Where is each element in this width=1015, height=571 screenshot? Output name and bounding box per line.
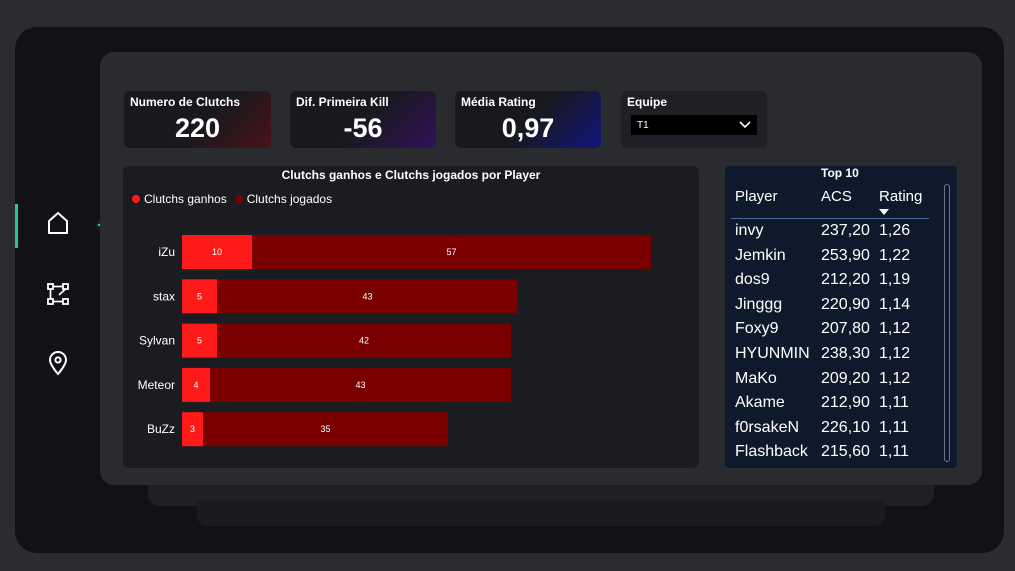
- cell-rating: 1,11: [879, 443, 909, 461]
- kpi-value: 0,97: [501, 113, 555, 143]
- cell-rating: 1,12: [879, 345, 911, 362]
- cell-player: f0rsakeN: [735, 418, 800, 436]
- cell-player: Jemkin: [735, 246, 786, 264]
- cell-acs: 209,20: [821, 369, 870, 387]
- data-label-ganhos: 5: [197, 291, 202, 301]
- data-label-jogados: 35: [320, 424, 330, 434]
- chevron-down-icon: [739, 116, 751, 134]
- category-label: stax: [153, 289, 175, 303]
- cell-player: dos9: [735, 271, 770, 289]
- column-header-rating[interactable]: Rating: [879, 188, 922, 205]
- cell-player: Foxy9: [735, 320, 779, 338]
- cell-acs: 237,20: [821, 222, 870, 239]
- data-label-ganhos: 3: [190, 424, 195, 434]
- cell-rating: 1,19: [879, 271, 911, 289]
- filter-label: Equipe: [627, 95, 668, 109]
- column-header-acs[interactable]: ACS: [821, 188, 852, 205]
- table-scrollbar[interactable]: [944, 184, 950, 462]
- cell-player: MaKo: [735, 369, 777, 387]
- team-select-value: T1: [637, 119, 649, 131]
- data-label-ganhos: 5: [197, 336, 202, 346]
- header-divider: [731, 218, 929, 219]
- kpi-label: Dif. Primeira Kill: [296, 95, 389, 109]
- table-title: Top 10: [821, 166, 859, 180]
- cell-rating: 1,12: [879, 369, 911, 387]
- clutch-chart-panel: Clutchs ganhos e Clutchs jogados por Pla…: [123, 166, 699, 468]
- column-header-player[interactable]: Player: [735, 188, 778, 205]
- cell-rating: 1,26: [879, 222, 911, 239]
- category-label: Sylvan: [139, 334, 175, 348]
- cell-acs: 215,60: [821, 443, 870, 461]
- kpi-card-clutchs: Numero de Clutchs 220: [124, 91, 271, 148]
- data-label-jogados: 42: [359, 336, 369, 346]
- cell-rating: 1,12: [879, 320, 911, 338]
- cell-player: invy: [735, 222, 764, 239]
- kpi-label: Média Rating: [461, 95, 536, 109]
- cell-rating: 1,22: [879, 246, 911, 264]
- cell-player: Flashback: [735, 443, 808, 461]
- cell-player: HYUNMIN: [735, 345, 810, 362]
- kpi-label: Numero de Clutchs: [130, 95, 241, 109]
- bar-chart: iZu 10 57 stax 5 43 Sylvan 5 42 Meteor 4 43 BuZz 3 35: [138, 235, 651, 447]
- top10-table: Top 10 Player ACS Rating invy 237,20 1,26 J…: [725, 166, 957, 468]
- home-icon[interactable]: [45, 210, 71, 236]
- kpi-value: -56: [343, 113, 383, 143]
- data-label-jogados: 43: [362, 291, 372, 301]
- cell-acs: 238,30: [821, 345, 870, 362]
- cell-acs: 212,90: [821, 394, 870, 412]
- cell-rating: 1,11: [879, 394, 909, 412]
- cell-acs: 212,20: [821, 271, 870, 289]
- team-filter-card: Equipe T1: [621, 91, 767, 148]
- team-select[interactable]: T1: [631, 115, 757, 135]
- data-label-jogados: 43: [355, 380, 365, 390]
- cell-rating: 1,11: [879, 418, 909, 436]
- cell-acs: 226,10: [821, 418, 870, 436]
- location-icon[interactable]: [45, 350, 71, 376]
- kpi-card-first-kill: Dif. Primeira Kill -56: [290, 91, 436, 148]
- cell-acs: 253,90: [821, 246, 870, 264]
- data-label-jogados: 57: [446, 247, 456, 257]
- cell-acs: 220,90: [821, 295, 870, 313]
- data-label-ganhos: 4: [193, 380, 198, 390]
- category-label: BuZz: [147, 422, 175, 436]
- cell-player: Jinggg: [735, 295, 783, 313]
- page-shadow-layer-2: [197, 500, 885, 526]
- cell-acs: 207,80: [821, 320, 870, 338]
- category-label: iZu: [158, 245, 175, 259]
- data-label-ganhos: 10: [212, 247, 222, 257]
- sort-descending-icon: [879, 209, 889, 215]
- kpi-value: 220: [174, 113, 221, 143]
- nav-active-indicator: [15, 204, 18, 248]
- cell-player: Akame: [735, 394, 785, 412]
- kpi-card-rating: Média Rating 0,97: [455, 91, 601, 148]
- flow-icon[interactable]: [45, 281, 71, 307]
- cell-rating: 1,14: [879, 295, 911, 313]
- category-label: Meteor: [138, 378, 175, 392]
